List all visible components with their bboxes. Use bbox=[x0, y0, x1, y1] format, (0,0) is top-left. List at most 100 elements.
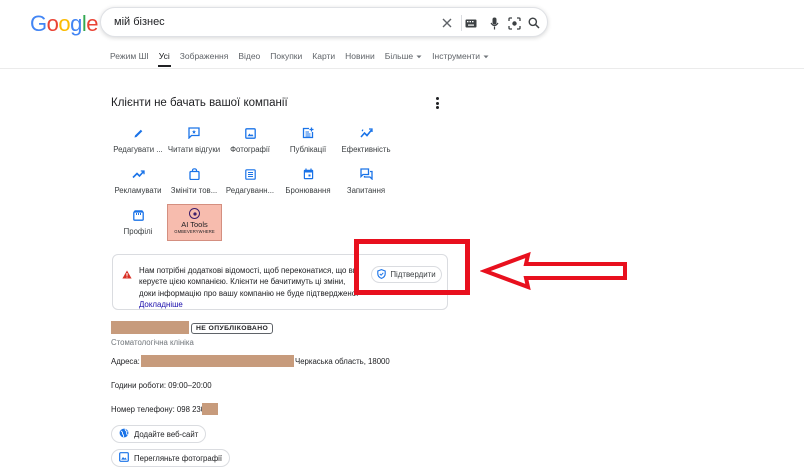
action-label: Ефективність bbox=[341, 145, 391, 154]
google-logo[interactable]: Google bbox=[30, 11, 99, 37]
redacted-business-name bbox=[111, 321, 189, 334]
action-photos[interactable]: Фотографії bbox=[220, 126, 280, 158]
add-website-label: Додайте веб-сайт bbox=[134, 429, 199, 439]
profiles-icon bbox=[131, 208, 145, 222]
warning-icon bbox=[122, 266, 132, 284]
tab-label: Усі bbox=[158, 51, 170, 61]
ai-tools-brand: GMBEVERYWHERE bbox=[174, 229, 215, 234]
alert-message: Нам потрібні додаткові відомості, щоб пе… bbox=[139, 265, 361, 310]
redacted-address bbox=[141, 355, 294, 367]
hours-row: Години роботи: 09:00–20:00 bbox=[111, 381, 212, 390]
calendar-icon bbox=[301, 167, 315, 181]
action-edit[interactable]: Редагувати ... bbox=[108, 126, 168, 158]
tab-item[interactable]: Інструменти bbox=[432, 51, 489, 67]
action-questions[interactable]: Запитання bbox=[336, 167, 396, 199]
action-label: Рекламувати bbox=[114, 186, 162, 195]
phone-row: Номер телефону: 098 230 bbox=[111, 405, 205, 414]
header-divider bbox=[0, 68, 804, 69]
tab-label: Покупки bbox=[270, 51, 303, 61]
action-performance[interactable]: Ефективність bbox=[336, 126, 396, 158]
hours-value: 09:00–20:00 bbox=[168, 381, 212, 390]
action-label: Запитання bbox=[346, 186, 386, 195]
tab-item[interactable]: Більше bbox=[385, 51, 422, 67]
alert-text: Нам потрібні додаткові відомості, щоб пе… bbox=[139, 266, 359, 298]
search-input[interactable]: мій бізнес bbox=[114, 16, 165, 28]
logo-letter: o bbox=[58, 11, 71, 36]
phone-value: 098 230 bbox=[176, 405, 206, 414]
list-icon bbox=[243, 167, 257, 181]
panel-title: Клієнти не бачать вашої компанії bbox=[111, 97, 288, 109]
address-suffix: Черкаська область, 18000 bbox=[295, 357, 390, 366]
phone-label: Номер телефону: bbox=[111, 405, 175, 414]
shopping-bag-icon bbox=[187, 167, 201, 181]
address-row: Адреса: bbox=[111, 357, 140, 366]
tab-item[interactable]: Зображення bbox=[180, 51, 229, 67]
performance-icon bbox=[359, 126, 373, 140]
globe-icon bbox=[119, 428, 129, 440]
tab-item[interactable]: Режим ШІ bbox=[110, 51, 149, 67]
view-photos-button[interactable]: Перегляньте фотографії bbox=[111, 449, 231, 467]
action-label: Профілі bbox=[123, 227, 153, 236]
clear-icon[interactable] bbox=[439, 15, 455, 31]
microphone-icon[interactable] bbox=[486, 15, 502, 31]
add-website-button[interactable]: Додайте веб-сайт bbox=[111, 425, 207, 443]
learn-more-link[interactable]: Докладніше bbox=[139, 300, 183, 309]
annotation-highlight-box bbox=[354, 239, 470, 295]
logo-letter: G bbox=[30, 11, 47, 36]
pencil-icon bbox=[131, 126, 145, 140]
logo-letter: o bbox=[46, 11, 59, 36]
keyboard-icon[interactable] bbox=[463, 15, 479, 31]
tab-label: Більше bbox=[384, 51, 414, 61]
logo-letter: e bbox=[86, 11, 99, 36]
redacted-phone bbox=[202, 403, 218, 415]
action-edit-menu[interactable]: Редагуванн... bbox=[220, 167, 280, 199]
action-label: Публікації bbox=[289, 145, 327, 154]
annotation-arrow bbox=[479, 250, 630, 295]
action-label: Бронювання bbox=[285, 186, 331, 195]
photo-icon bbox=[119, 452, 129, 464]
status-badge: НЕ ОПУБЛІКОВАНО bbox=[191, 323, 274, 334]
tab-item[interactable]: Відео bbox=[238, 51, 260, 67]
reviews-icon bbox=[187, 126, 201, 140]
ai-tools-icon bbox=[189, 208, 200, 219]
action-bookings[interactable]: Бронювання bbox=[278, 167, 338, 199]
ai-tools-label: AI Tools bbox=[181, 220, 208, 229]
action-label: Читати відгуки bbox=[167, 145, 221, 154]
action-label: Редагуванн... bbox=[225, 186, 275, 195]
action-reviews[interactable]: Читати відгуки bbox=[164, 126, 224, 158]
hours-label: Години роботи: bbox=[111, 381, 166, 390]
tab-item[interactable]: Усі bbox=[157, 51, 171, 67]
trending-up-icon bbox=[131, 167, 145, 181]
action-label: Редагувати ... bbox=[113, 145, 163, 154]
post-add-icon bbox=[301, 126, 315, 140]
ai-tools-button[interactable]: AI Tools GMBEVERYWHERE bbox=[167, 204, 222, 241]
action-profiles[interactable]: Профілі bbox=[108, 208, 168, 240]
more-options-icon[interactable] bbox=[431, 96, 443, 110]
address-label: Адреса: bbox=[111, 357, 140, 366]
action-label: Змініти тов... bbox=[170, 186, 218, 195]
search-tabs: Режим ШІ Усі Зображення Відео Покупки Карти Но… bbox=[110, 51, 499, 67]
questions-icon bbox=[359, 167, 373, 181]
tab-item[interactable]: Новини bbox=[345, 51, 375, 67]
tab-item[interactable]: Карти bbox=[312, 51, 335, 67]
search-icon[interactable] bbox=[526, 15, 542, 31]
view-photos-label: Перегляньте фотографії bbox=[134, 453, 223, 463]
lens-icon[interactable] bbox=[506, 15, 522, 31]
chevron-down-icon bbox=[413, 51, 422, 61]
tab-label: Режим ШІ bbox=[110, 51, 149, 61]
business-category: Стоматологічна клініка bbox=[111, 338, 194, 347]
search-divider bbox=[461, 15, 462, 31]
action-label: Фотографії bbox=[230, 145, 270, 154]
tab-label: Новини bbox=[345, 51, 375, 61]
tab-label: Карти bbox=[312, 51, 336, 61]
tab-item[interactable]: Покупки bbox=[270, 51, 302, 67]
chevron-down-icon bbox=[480, 51, 489, 61]
search-box[interactable]: мій бізнес bbox=[100, 7, 548, 37]
tab-label: Зображення bbox=[179, 51, 229, 61]
photo-icon bbox=[243, 126, 257, 140]
action-products[interactable]: Змініти тов... bbox=[164, 167, 224, 199]
action-advertise[interactable]: Рекламувати bbox=[108, 167, 168, 199]
tab-label: Відео bbox=[238, 51, 261, 61]
action-posts[interactable]: Публікації bbox=[278, 126, 338, 158]
logo-letter: g bbox=[70, 11, 82, 36]
